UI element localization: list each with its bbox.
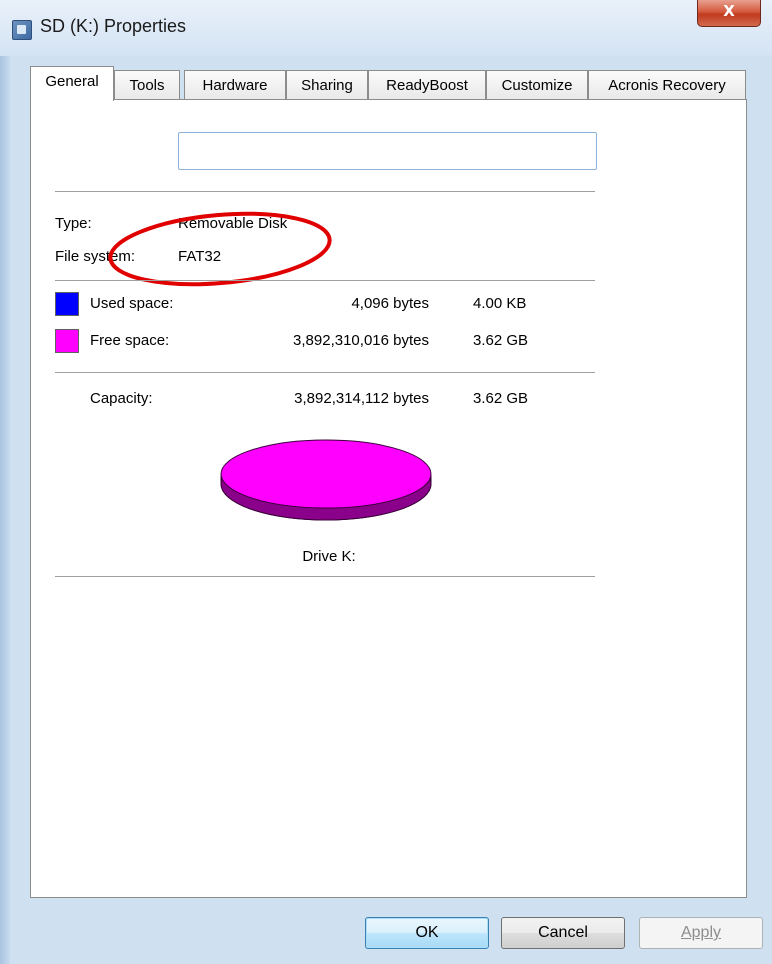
tab-readyboost[interactable]: ReadyBoost [368,70,486,100]
capacity-label: Capacity: [90,390,153,407]
type-label: Type: [55,215,92,232]
apply-button[interactable]: Apply [639,917,763,949]
window-left-border [0,0,10,964]
drive-properties-icon [12,20,32,40]
free-space-color-swatch [55,329,79,353]
apply-button-label: Apply [680,924,722,941]
close-button[interactable]: X [697,0,761,27]
separator [55,280,595,281]
used-space-color-swatch [55,292,79,316]
drive-label: Drive K: [302,548,356,565]
general-tab-panel: Type: Removable Disk File system: FAT32 … [30,99,747,898]
free-space-label: Free space: [90,332,170,349]
tab-general[interactable]: General [30,66,114,101]
used-space-label: Used space: [90,295,174,312]
ok-button[interactable]: OK [365,917,489,949]
separator [55,191,595,192]
capacity-bytes: 3,892,314,112 bytes [294,390,429,407]
used-space-size: 4.00 KB [473,295,527,312]
volume-name-input[interactable] [178,132,597,170]
title-bar[interactable]: SD (K:) Properties X [0,0,772,56]
tab-customize[interactable]: Customize [486,70,588,100]
free-space-size: 3.62 GB [473,332,529,349]
window-title: SD (K:) Properties [40,16,187,36]
separator [55,372,595,373]
tab-acronis-recovery[interactable]: Acronis Recovery [588,70,746,100]
capacity-size: 3.62 GB [473,390,529,407]
used-space-bytes: 4,096 bytes [351,295,429,312]
disk-usage-pie-chart [220,439,432,521]
tab-sharing[interactable]: Sharing [286,70,368,100]
separator [55,576,595,577]
tab-hardware[interactable]: Hardware [184,70,286,100]
pie-free-space-slice [220,439,432,509]
red-circle-annotation [108,211,332,287]
tab-tools[interactable]: Tools [114,70,180,100]
cancel-button[interactable]: Cancel [501,917,625,949]
free-space-bytes: 3,892,310,016 bytes [293,332,429,349]
